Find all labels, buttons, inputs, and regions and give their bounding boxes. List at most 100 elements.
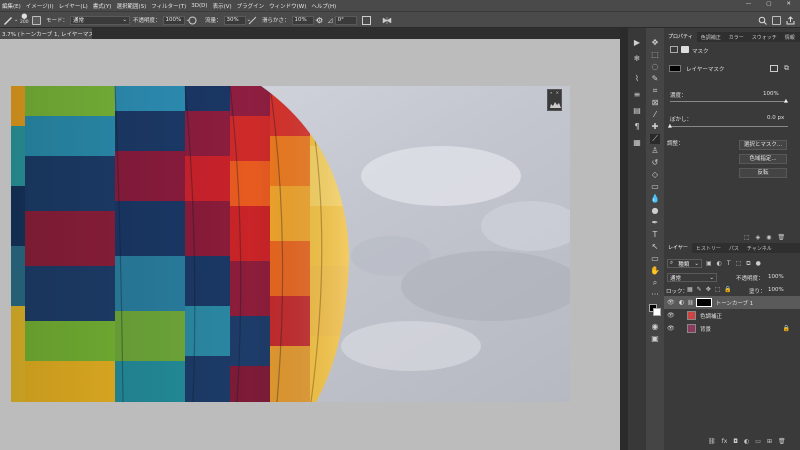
tab-channels[interactable]: チャンネル: [743, 245, 776, 252]
document-canvas[interactable]: « ×: [11, 86, 570, 402]
select-and-mask-button[interactable]: 選択とマスク...: [739, 140, 787, 150]
eyedropper-tool-icon[interactable]: ⁄: [650, 110, 660, 120]
lock-image-icon[interactable]: ✎: [697, 286, 702, 293]
history-brush-tool-icon[interactable]: ↺: [650, 158, 660, 168]
tab-history[interactable]: ヒストリー: [692, 245, 725, 252]
menu-3d[interactable]: 3D(D): [191, 3, 207, 9]
tab-info[interactable]: 情報: [781, 34, 799, 41]
delete-layer-icon[interactable]: 🗑: [778, 438, 786, 445]
vector-mask-icon[interactable]: [681, 46, 689, 53]
vertical-scrollbar[interactable]: [620, 28, 628, 450]
tab-color[interactable]: カラー: [725, 34, 748, 41]
workspace-button[interactable]: [772, 15, 781, 25]
menu-edit[interactable]: 編集(E): [2, 2, 21, 10]
properties-icon[interactable]: ▤: [632, 106, 642, 116]
shape-filter-icon[interactable]: ⬚: [736, 260, 742, 268]
vector-mask-add-icon[interactable]: ⧉: [784, 64, 794, 72]
tab-layers[interactable]: レイヤー: [664, 243, 692, 253]
layer-filter-select[interactable]: ⌕ 種類 ⌄: [667, 259, 702, 268]
snowflake-icon[interactable]: ❄: [632, 54, 642, 64]
menu-image[interactable]: イメージ(I): [26, 2, 54, 10]
eye-icon[interactable]: 👁: [667, 299, 675, 306]
angle-input[interactable]: 0°: [334, 15, 357, 25]
brush-tool-preset[interactable]: ⌄: [2, 15, 18, 25]
blur-tool-icon[interactable]: 💧: [650, 194, 660, 204]
layer-opacity-value[interactable]: 100%: [768, 274, 784, 280]
quick-select-tool-icon[interactable]: ✎: [650, 74, 660, 84]
mode-select[interactable]: 通常 ⌄: [70, 15, 131, 25]
lock-transparency-icon[interactable]: ▦: [687, 286, 693, 293]
smart-object-filter-icon[interactable]: ⧉: [746, 260, 750, 268]
move-tool-icon[interactable]: ✥: [650, 38, 660, 48]
pressure-size-button[interactable]: [362, 15, 371, 25]
invert-button[interactable]: 反転: [739, 168, 787, 178]
lock-position-icon[interactable]: ✥: [706, 286, 711, 293]
blend-mode-select[interactable]: 通常 ⌄: [667, 273, 717, 282]
layers-panel-icon[interactable]: ▦: [632, 138, 642, 148]
feather-value[interactable]: 0.0 px: [767, 115, 784, 121]
lock-all-icon[interactable]: 🔒: [724, 286, 731, 293]
path-select-tool-icon[interactable]: ↖: [650, 242, 660, 252]
new-layer-icon[interactable]: ⊞: [767, 438, 772, 445]
shape-tool-icon[interactable]: ▭: [650, 254, 660, 264]
menu-plugins[interactable]: プラグイン: [237, 2, 265, 10]
menu-help[interactable]: ヘルプ(H): [311, 2, 336, 10]
lasso-tool-icon[interactable]: ◌: [650, 62, 660, 72]
crop-tool-icon[interactable]: ⌗: [650, 86, 660, 96]
pressure-opacity-button[interactable]: [188, 15, 197, 25]
lock-artboard-icon[interactable]: ⬚: [715, 286, 721, 293]
brush-tool-icon[interactable]: ⟋: [650, 134, 660, 144]
eraser-tool-icon[interactable]: ◇: [650, 170, 660, 180]
fill-value[interactable]: 100%: [768, 287, 784, 293]
marquee-tool-icon[interactable]: ⬚: [650, 50, 660, 60]
brush-settings-panel-icon[interactable]: ⌇: [632, 74, 642, 84]
layer-row-background[interactable]: 👁 背景 🔒: [664, 322, 800, 335]
stamp-tool-icon[interactable]: ♙: [650, 146, 660, 156]
color-range-button[interactable]: 色域指定...: [739, 154, 787, 164]
visibility-icon[interactable]: ◉: [766, 234, 771, 241]
pixel-mask-icon[interactable]: [670, 46, 678, 53]
document-tab[interactable]: 3.7% (トーンカーブ 1, レイヤーマスク/8) * ×: [0, 28, 92, 39]
feather-slider-handle[interactable]: ▲: [668, 123, 672, 129]
image-filter-icon[interactable]: ▣: [706, 260, 712, 268]
zoom-tool-icon[interactable]: ⌕: [650, 278, 660, 288]
type-tool-icon[interactable]: T: [650, 230, 660, 240]
type-filter-icon[interactable]: T: [727, 260, 731, 268]
adjustment-icon[interactable]: ◐: [744, 438, 749, 445]
window-minimize-button[interactable]: —: [746, 1, 752, 7]
brush-size-picker[interactable]: ● 200: [20, 13, 29, 27]
density-slider[interactable]: [670, 101, 788, 102]
adjust-icon[interactable]: ≡: [632, 90, 642, 100]
play-icon[interactable]: ▶: [632, 38, 642, 48]
screen-mode-icon[interactable]: ▣: [650, 334, 660, 344]
airbrush-button[interactable]: [248, 15, 257, 25]
eye-icon[interactable]: 👁: [667, 325, 675, 332]
eye-icon[interactable]: 👁: [667, 312, 675, 319]
tab-paths[interactable]: パス: [725, 245, 743, 252]
menu-select[interactable]: 選択範囲(S): [116, 2, 146, 10]
density-slider-handle[interactable]: ▲: [784, 98, 788, 104]
adjustment-filter-icon[interactable]: ◐: [717, 260, 722, 268]
gradient-tool-icon[interactable]: ▭: [650, 182, 660, 192]
share-button[interactable]: [786, 15, 795, 25]
window-close-button[interactable]: ✕: [786, 1, 791, 7]
smoothing-options-button[interactable]: ⚙: [316, 15, 323, 25]
layer-style-icon[interactable]: fx: [722, 438, 728, 445]
dodge-tool-icon[interactable]: ●: [650, 206, 660, 216]
layer-row-color-correction[interactable]: 👁 色調補正: [664, 309, 800, 322]
menu-layer[interactable]: レイヤー(L): [59, 2, 88, 10]
load-selection-icon[interactable]: ⬚: [744, 234, 750, 241]
quick-mask-icon[interactable]: ◉: [650, 322, 660, 332]
menu-type[interactable]: 書式(Y): [93, 2, 112, 10]
apply-mask-icon[interactable]: ◈: [756, 234, 761, 241]
search-button[interactable]: [758, 15, 767, 25]
brush-settings-button[interactable]: [32, 15, 41, 25]
pen-tool-icon[interactable]: ✒: [650, 218, 660, 228]
tab-swatches[interactable]: スウォッチ: [748, 34, 781, 41]
background-color-swatch[interactable]: [653, 308, 661, 316]
tab-adjustments[interactable]: 色調補正: [697, 34, 725, 41]
opacity-input[interactable]: 100%: [162, 15, 185, 25]
delete-icon[interactable]: 🗑: [778, 234, 786, 241]
flow-input[interactable]: 30%: [223, 15, 246, 25]
menu-filter[interactable]: フィルター(T): [151, 2, 186, 10]
